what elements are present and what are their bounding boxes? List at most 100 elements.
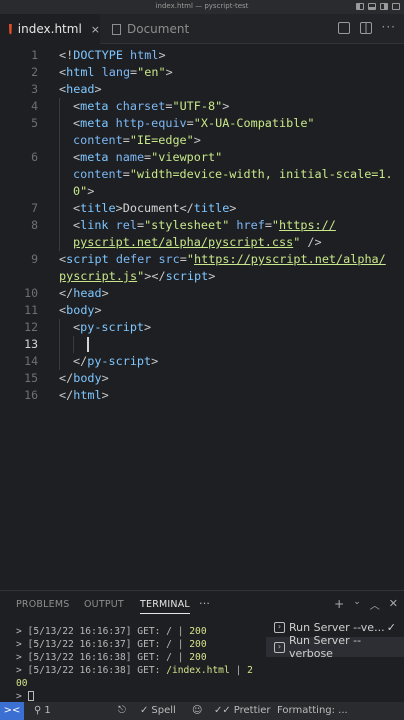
prompt-symbol: > bbox=[16, 691, 28, 702]
code-token: > bbox=[208, 269, 216, 283]
customize-layout-icon[interactable] bbox=[392, 3, 400, 10]
code-line[interactable]: 16 </html> bbox=[0, 387, 404, 404]
code-line[interactable]: content="width=device-width, initial-sca… bbox=[0, 166, 404, 183]
code-token: > bbox=[94, 82, 102, 96]
code-editor[interactable]: 1 <!DOCTYPE html> 2 <html lang="en"> 3 <head>… bbox=[0, 44, 404, 590]
code-token: name bbox=[108, 150, 145, 164]
code-line[interactable]: 7 <title>Document</title> bbox=[0, 200, 404, 217]
code-token: content bbox=[73, 133, 123, 147]
code-line[interactable]: 4 <meta charset="UTF-8"> bbox=[0, 98, 404, 115]
code-token: body bbox=[66, 303, 95, 317]
code-line[interactable]: 15 </body> bbox=[0, 370, 404, 387]
code-token: > bbox=[87, 184, 95, 198]
code-token: /> bbox=[300, 235, 322, 249]
code-token: > bbox=[144, 320, 152, 334]
toggle-sidebar-icon[interactable] bbox=[356, 3, 364, 10]
terminal-line: > [5/13/22 16:16:38] GET: / | 200 bbox=[16, 651, 264, 664]
line-number: 8 bbox=[31, 218, 38, 232]
status-code: 00 bbox=[16, 678, 28, 689]
code-token: http-equiv bbox=[108, 116, 187, 130]
copilot-icon[interactable]: ☺ bbox=[192, 705, 202, 716]
maximize-panel-icon[interactable]: ︿ bbox=[370, 597, 380, 612]
code-token: </ bbox=[179, 201, 194, 215]
panel-more-icon[interactable]: ··· bbox=[199, 597, 210, 610]
more-actions-icon[interactable]: ··· bbox=[382, 21, 396, 34]
split-editor-icon[interactable] bbox=[359, 22, 372, 34]
code-token: > bbox=[115, 201, 123, 215]
code-line[interactable]: 5 <meta http-equiv="X-UA-Compatible" bbox=[0, 115, 404, 132]
document-icon bbox=[112, 23, 121, 35]
tab-index-html[interactable]: index.html × bbox=[0, 14, 100, 44]
ports-status[interactable]: ⚲ 1 bbox=[34, 705, 51, 716]
toggle-panel-icon[interactable] bbox=[368, 3, 376, 10]
code-line[interactable]: 12 <py-script> bbox=[0, 319, 404, 336]
code-line[interactable]: 13 bbox=[0, 336, 404, 353]
status-code: 2 bbox=[247, 665, 253, 676]
code-line[interactable]: pyscript.js"></script> bbox=[0, 268, 404, 285]
double-check-icon: ✓✓ bbox=[214, 705, 231, 716]
tab-document[interactable]: Document bbox=[100, 14, 210, 44]
line-number: 14 bbox=[24, 354, 38, 368]
code-line[interactable]: 8 <link rel="stylesheet" href="https:// bbox=[0, 217, 404, 234]
indent-guide bbox=[59, 98, 73, 115]
code-line[interactable]: 3 <head> bbox=[0, 81, 404, 98]
terminal-icon: › bbox=[274, 641, 285, 653]
toggle-secondary-sidebar-icon[interactable] bbox=[380, 3, 388, 10]
tab-terminal[interactable]: TERMINAL bbox=[140, 599, 190, 614]
code-line[interactable]: 11 <body> bbox=[0, 302, 404, 319]
code-token: = bbox=[186, 116, 194, 130]
close-panel-icon[interactable]: ✕ bbox=[389, 597, 398, 612]
code-text: </html> bbox=[59, 387, 109, 404]
line-number: 9 bbox=[31, 252, 38, 266]
formatting-label: Formatting: ... bbox=[277, 705, 348, 716]
new-terminal-icon[interactable]: + bbox=[334, 597, 344, 612]
open-preview-icon[interactable] bbox=[337, 22, 350, 34]
code-token: = bbox=[136, 218, 145, 232]
terminal-label: Run Server --verbose bbox=[288, 634, 362, 660]
terminal-list: › Run Server --ve... ✓ › Run Server --verbos… bbox=[266, 617, 404, 660]
code-token: py-script bbox=[80, 320, 145, 334]
code-text: <meta name="viewport" bbox=[59, 149, 222, 166]
line-number: 6 bbox=[31, 150, 38, 164]
code-line[interactable]: pyscript.net/alpha/pyscript.css" /> bbox=[0, 234, 404, 251]
live-share-icon[interactable]: ⎋ bbox=[118, 705, 126, 716]
editor-tabbar: index.html × Document ··· bbox=[0, 14, 404, 44]
indent-guide bbox=[59, 353, 73, 370]
terminal-output[interactable]: > [5/13/22 16:16:37] GET: / | 200 > [5/13… bbox=[16, 625, 264, 703]
code-text: <html lang="en"> bbox=[59, 64, 173, 81]
indent-guide bbox=[73, 336, 87, 353]
remote-indicator-icon[interactable]: >< bbox=[0, 702, 24, 720]
code-token: </ bbox=[73, 354, 88, 368]
indent-guide bbox=[59, 200, 73, 217]
code-line[interactable]: 2 <html lang="en"> bbox=[0, 64, 404, 81]
formatting-status[interactable]: Formatting: ... bbox=[277, 705, 348, 716]
close-icon[interactable]: × bbox=[91, 23, 100, 36]
code-token: > bbox=[158, 48, 166, 62]
code-token: > bbox=[151, 354, 159, 368]
code-line[interactable]: 1 <!DOCTYPE html> bbox=[0, 47, 404, 64]
code-line[interactable]: 6 <meta name="viewport" bbox=[0, 149, 404, 166]
indent-guide bbox=[59, 336, 73, 353]
line-number: 7 bbox=[31, 201, 38, 215]
layout-controls bbox=[356, 3, 400, 10]
code-line[interactable]: content="IE=edge"> bbox=[0, 132, 404, 149]
indent-guide bbox=[59, 319, 73, 336]
terminal-dropdown-icon[interactable]: ⌄ bbox=[353, 597, 361, 612]
code-line[interactable]: 0"> bbox=[0, 183, 404, 200]
tab-output[interactable]: OUTPUT bbox=[84, 599, 124, 610]
code-text: </py-script> bbox=[59, 353, 158, 370]
code-line[interactable]: 14 </py-script> bbox=[0, 353, 404, 370]
tab-problems[interactable]: PROBLEMS bbox=[16, 599, 69, 610]
code-token: "stylesheet" bbox=[144, 218, 230, 232]
code-token: href bbox=[229, 218, 265, 232]
line-number: 12 bbox=[24, 320, 38, 334]
spell-status[interactable]: ✓ Spell bbox=[140, 705, 176, 716]
prettier-status[interactable]: ✓✓ Prettier bbox=[214, 705, 271, 716]
indent-guide bbox=[59, 234, 73, 251]
terminal-line: > [5/13/22 16:16:38] GET: /index.html | … bbox=[16, 664, 264, 677]
code-line[interactable]: 9 <script defer src="https://pyscript.net… bbox=[0, 251, 404, 268]
code-line[interactable]: 10 </head> bbox=[0, 285, 404, 302]
line-number: 16 bbox=[24, 388, 38, 402]
terminal-instance[interactable]: › Run Server --verbose bbox=[266, 634, 404, 660]
code-token: > bbox=[193, 133, 201, 147]
